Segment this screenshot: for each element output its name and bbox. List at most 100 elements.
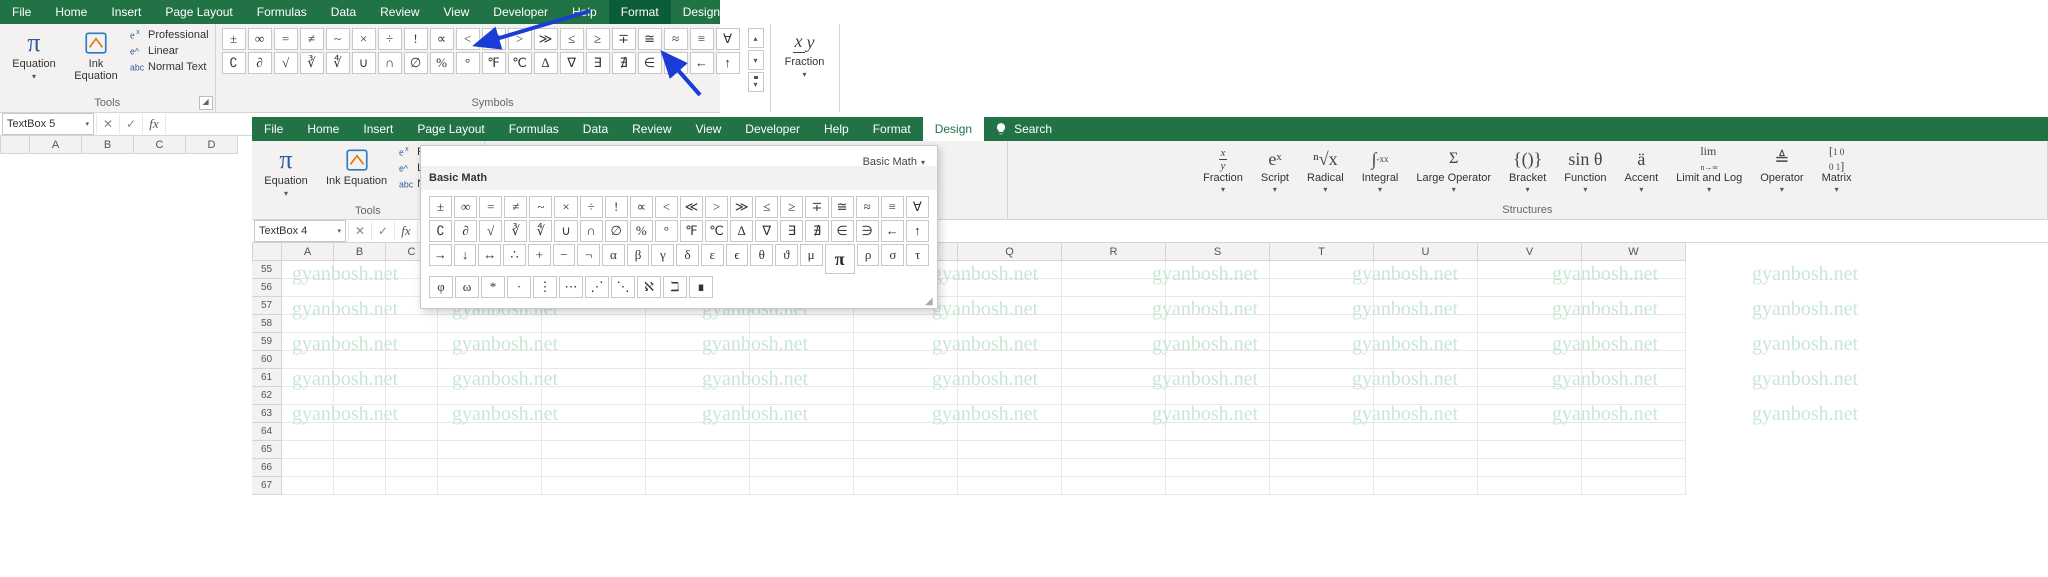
cell[interactable] bbox=[438, 405, 542, 423]
cell[interactable] bbox=[1478, 369, 1582, 387]
symbol-cell[interactable]: φ bbox=[429, 276, 453, 298]
symbols-expand[interactable]: ▾ bbox=[748, 72, 764, 92]
symbol-cell[interactable]: % bbox=[430, 52, 454, 74]
symbol-cell[interactable]: ℵ bbox=[637, 276, 661, 298]
cell[interactable] bbox=[334, 369, 386, 387]
symbol-cell[interactable]: < bbox=[655, 196, 678, 218]
cell[interactable] bbox=[282, 351, 334, 369]
cell[interactable] bbox=[854, 333, 958, 351]
column-header[interactable]: C bbox=[134, 136, 186, 154]
cell[interactable] bbox=[1062, 261, 1166, 279]
column-header[interactable]: R bbox=[1062, 243, 1166, 261]
cell[interactable] bbox=[1270, 351, 1374, 369]
cell[interactable] bbox=[1478, 297, 1582, 315]
name-box-top[interactable]: TextBox 5 ▾ bbox=[2, 113, 94, 135]
fraction-button[interactable]: xy Fraction ▾ bbox=[777, 28, 833, 81]
cell[interactable] bbox=[1478, 441, 1582, 459]
cell[interactable] bbox=[1374, 351, 1478, 369]
cell[interactable] bbox=[1582, 297, 1686, 315]
symbol-cell[interactable]: ∆ bbox=[534, 52, 558, 74]
symbol-cell[interactable]: ≡ bbox=[690, 28, 714, 50]
column-header[interactable]: W bbox=[1582, 243, 1686, 261]
column-header[interactable]: T bbox=[1270, 243, 1374, 261]
cell[interactable] bbox=[1582, 369, 1686, 387]
cell[interactable] bbox=[1582, 279, 1686, 297]
cell[interactable] bbox=[750, 441, 854, 459]
symbol-cell[interactable]: ∜ bbox=[529, 220, 552, 242]
symbol-cell[interactable]: μ bbox=[800, 244, 823, 266]
cell[interactable] bbox=[1582, 387, 1686, 405]
cell[interactable] bbox=[750, 477, 854, 495]
symbol-cell[interactable]: ∴ bbox=[503, 244, 526, 266]
tab-developer[interactable]: Developer bbox=[481, 0, 560, 24]
symbol-cell[interactable]: ≤ bbox=[560, 28, 584, 50]
symbol-cell[interactable]: ± bbox=[429, 196, 452, 218]
cell[interactable] bbox=[1270, 279, 1374, 297]
cell[interactable] bbox=[386, 333, 438, 351]
cell[interactable] bbox=[282, 387, 334, 405]
cell[interactable] bbox=[438, 423, 542, 441]
symbol-cell[interactable]: ≪ bbox=[482, 28, 506, 50]
tab-insert[interactable]: Insert bbox=[351, 117, 405, 141]
symbol-cell[interactable]: ℃ bbox=[508, 52, 532, 74]
structure-large-operator[interactable]: ΣLarge Operator▾ bbox=[1410, 145, 1497, 196]
cell[interactable] bbox=[282, 423, 334, 441]
tab-data[interactable]: Data bbox=[571, 117, 620, 141]
tab-help[interactable]: Help bbox=[560, 0, 609, 24]
cell[interactable] bbox=[386, 387, 438, 405]
structure-operator[interactable]: ≜Operator▾ bbox=[1754, 145, 1809, 196]
cell[interactable] bbox=[646, 351, 750, 369]
symbol-cell[interactable]: ρ bbox=[857, 244, 880, 266]
symbol-cell[interactable]: ≅ bbox=[638, 28, 662, 50]
symbol-cell[interactable]: τ bbox=[906, 244, 929, 266]
symbol-cell[interactable]: ↑ bbox=[716, 52, 740, 74]
symbol-cell[interactable]: ⋱ bbox=[611, 276, 635, 298]
name-box-bot[interactable]: TextBox 4 ▾ bbox=[254, 220, 346, 242]
cell[interactable] bbox=[386, 459, 438, 477]
cell[interactable] bbox=[854, 387, 958, 405]
row-header[interactable]: 65 bbox=[252, 441, 282, 459]
cell[interactable] bbox=[1062, 333, 1166, 351]
cell[interactable] bbox=[750, 405, 854, 423]
cell[interactable] bbox=[1166, 369, 1270, 387]
symbol-cell[interactable]: ∈ bbox=[831, 220, 854, 242]
cell[interactable] bbox=[438, 459, 542, 477]
row-header[interactable]: 56 bbox=[252, 279, 282, 297]
cell[interactable] bbox=[1582, 351, 1686, 369]
cell[interactable] bbox=[1062, 315, 1166, 333]
cell[interactable] bbox=[1166, 279, 1270, 297]
cell[interactable] bbox=[750, 351, 854, 369]
symbol-cell[interactable]: ∩ bbox=[378, 52, 402, 74]
column-header[interactable]: B bbox=[82, 136, 134, 154]
symbol-cell[interactable]: ∄ bbox=[805, 220, 828, 242]
cell[interactable] bbox=[334, 315, 386, 333]
cell[interactable] bbox=[438, 351, 542, 369]
cell[interactable] bbox=[1478, 315, 1582, 333]
cell[interactable] bbox=[438, 369, 542, 387]
row-header[interactable]: 66 bbox=[252, 459, 282, 477]
cell[interactable] bbox=[1478, 387, 1582, 405]
symbol-cell[interactable]: ∄ bbox=[612, 52, 636, 74]
cell[interactable] bbox=[958, 441, 1062, 459]
cell[interactable] bbox=[334, 459, 386, 477]
cell[interactable] bbox=[334, 297, 386, 315]
symbol-cell[interactable]: ↔ bbox=[478, 244, 501, 266]
cell[interactable] bbox=[646, 315, 750, 333]
cell[interactable] bbox=[1374, 369, 1478, 387]
symbol-cell[interactable]: ~ bbox=[529, 196, 552, 218]
cell[interactable] bbox=[750, 387, 854, 405]
symbol-cell[interactable]: ∂ bbox=[248, 52, 272, 74]
cell[interactable] bbox=[1374, 261, 1478, 279]
cell[interactable] bbox=[854, 441, 958, 459]
column-header[interactable]: D bbox=[186, 136, 238, 154]
tab-file[interactable]: File bbox=[0, 0, 43, 24]
symbol-cell[interactable]: ∜ bbox=[326, 52, 350, 74]
tab-home[interactable]: Home bbox=[43, 0, 99, 24]
cell[interactable] bbox=[1582, 315, 1686, 333]
structure-bracket[interactable]: {()}Bracket▾ bbox=[1503, 145, 1552, 196]
cell[interactable] bbox=[1478, 333, 1582, 351]
cell[interactable] bbox=[1582, 405, 1686, 423]
tab-file[interactable]: File bbox=[252, 117, 295, 141]
symbol-cell[interactable]: ÷ bbox=[378, 28, 402, 50]
cell[interactable] bbox=[1062, 387, 1166, 405]
